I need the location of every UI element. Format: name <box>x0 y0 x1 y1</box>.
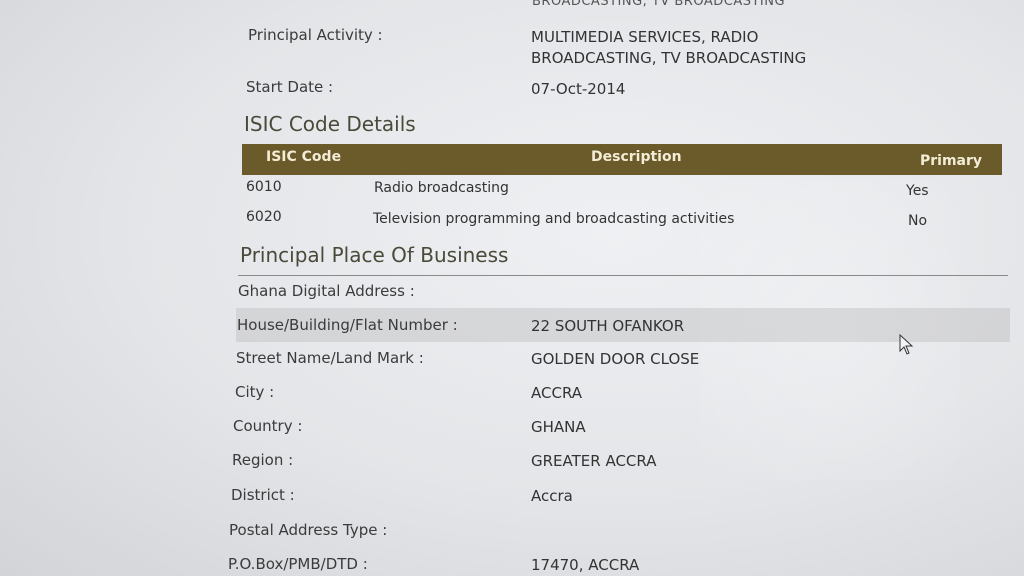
isic-section-title: ISIC Code Details <box>244 112 416 136</box>
po-box-label: P.O.Box/PMB/DTD : <box>228 555 368 573</box>
start-date-label: Start Date : <box>246 78 334 96</box>
start-date-value: 07-Oct-2014 <box>531 80 626 98</box>
district-label: District : <box>231 486 295 504</box>
section-divider <box>238 275 1008 276</box>
city-label: City : <box>235 383 275 401</box>
principal-activity-label: Principal Activity : <box>248 26 383 44</box>
isic-code-cell: 6020 <box>246 209 282 225</box>
principal-activity-value-line2: BROADCASTING, TV BROADCASTING <box>531 49 807 67</box>
ghana-digital-address-label: Ghana Digital Address : <box>238 282 415 300</box>
principal-activity-value-line1: MULTIMEDIA SERVICES, RADIO <box>531 28 759 46</box>
country-label: Country : <box>233 417 303 435</box>
house-number-label: House/Building/Flat Number : <box>237 316 458 334</box>
isic-code-cell: 6010 <box>246 179 282 195</box>
postal-address-type-label: Postal Address Type : <box>229 521 388 539</box>
street-name-label: Street Name/Land Mark : <box>236 349 424 367</box>
po-box-value: 17470, ACCRA <box>531 556 640 574</box>
street-name-value: GOLDEN DOOR CLOSE <box>531 350 700 368</box>
mouse-cursor-icon <box>899 334 914 355</box>
business-section-title: Principal Place Of Business <box>240 243 509 267</box>
isic-description-cell: Television programming and broadcasting … <box>373 211 735 227</box>
isic-primary-cell: Yes <box>906 183 929 199</box>
region-value: GREATER ACCRA <box>531 452 657 470</box>
isic-description-cell: Radio broadcasting <box>374 180 509 196</box>
country-value: GHANA <box>531 418 586 436</box>
truncated-activity-text: BROADCASTING, TV BROADCASTING <box>532 0 786 9</box>
description-header: Description <box>591 149 682 165</box>
region-label: Region : <box>232 451 294 469</box>
primary-header: Primary <box>920 153 983 169</box>
city-value: ACCRA <box>531 384 583 402</box>
district-value: Accra <box>531 487 573 505</box>
isic-table-header: ISIC Code Description Primary <box>242 144 1002 175</box>
isic-primary-cell: No <box>908 213 928 229</box>
house-number-value: 22 SOUTH OFANKOR <box>531 317 685 335</box>
isic-code-header: ISIC Code <box>266 149 342 165</box>
